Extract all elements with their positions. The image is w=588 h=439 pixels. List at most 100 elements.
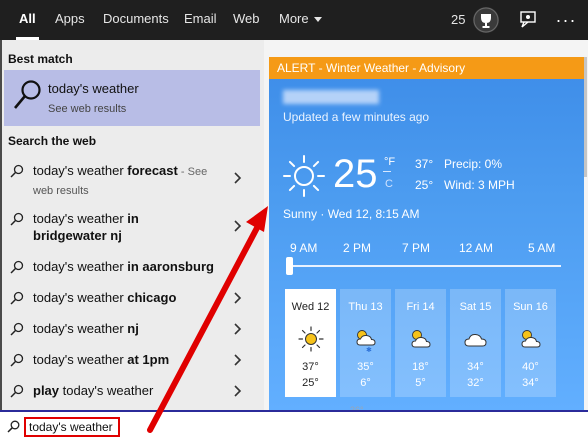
day-high: 35° — [357, 361, 374, 373]
low-temperature: 25° — [415, 178, 434, 192]
tab-email[interactable]: Email — [184, 0, 217, 40]
suggestion-text: today's weather in — [33, 211, 139, 226]
weather-card[interactable]: ALERT - Winter Weather - Advisory Update… — [269, 57, 584, 410]
partly-cloudy-icon — [411, 330, 431, 348]
search-web-header: Search the web — [8, 134, 97, 148]
suggestion-text: today's weather nj — [33, 321, 139, 336]
day-tile[interactable]: Sun 16 40° 34° — [505, 289, 556, 397]
web-suggestion[interactable]: today's weather chicago — [2, 283, 260, 313]
day-high: 34° — [467, 361, 484, 373]
hour-label: 9 AM — [290, 241, 318, 255]
search-icon — [10, 291, 24, 305]
search-icon — [7, 420, 20, 433]
day-low: 32° — [467, 377, 484, 389]
chevron-down-icon — [313, 17, 322, 23]
hour-slider-thumb[interactable] — [286, 257, 293, 275]
chevron-right-icon[interactable] — [233, 385, 243, 397]
cloudy-icon — [464, 333, 487, 347]
chevron-right-icon[interactable] — [233, 172, 243, 184]
best-match-header: Best match — [8, 52, 73, 66]
sun-icon — [298, 326, 324, 352]
search-input[interactable] — [24, 417, 120, 437]
day-high: 40° — [522, 361, 539, 373]
sun-icon — [283, 155, 325, 197]
search-filter-bar: All Apps Documents Email Web More 25 ··· — [0, 0, 588, 40]
day-name: Fri 14 — [406, 301, 435, 313]
hour-label: 5 AM — [528, 241, 556, 255]
best-match-title: today's weather — [48, 81, 139, 96]
current-temperature: 25 — [333, 152, 378, 196]
weather-alert-banner[interactable]: ALERT - Winter Weather - Advisory — [269, 57, 584, 79]
web-suggestion[interactable]: today's weather in bridgewater nj — [2, 204, 260, 250]
best-match-result[interactable]: today's weather See web results — [4, 70, 260, 126]
day-tile[interactable]: Sat 15 34° 32° — [450, 289, 501, 397]
search-icon — [10, 212, 24, 226]
chevron-right-icon[interactable] — [233, 354, 243, 366]
day-high: 18° — [412, 361, 429, 373]
day-low: 6° — [360, 377, 371, 389]
precipitation: Precip: 0% — [444, 157, 503, 171]
web-suggestion[interactable]: today's weather nj — [2, 314, 260, 344]
unit-divider — [383, 171, 391, 172]
svg-text:✱: ✱ — [366, 346, 372, 353]
feedback-icon[interactable] — [517, 9, 539, 31]
hour-slider-track[interactable] — [287, 265, 561, 267]
tab-more[interactable]: More — [279, 0, 322, 40]
unit-fahrenheit-toggle[interactable]: °F — [384, 156, 395, 168]
weather-condition: Sunny · Wed 12, 8:15 AM — [283, 207, 420, 221]
day-name: Wed 12 — [291, 301, 330, 313]
partly-cloudy-snow-icon: ✱ — [356, 330, 376, 353]
chevron-right-icon[interactable] — [233, 292, 243, 304]
best-match-subtitle: See web results — [48, 103, 127, 115]
location-redacted — [283, 90, 379, 104]
web-suggestion[interactable]: today's weather forecast - See web resul… — [2, 156, 260, 202]
search-icon — [10, 164, 24, 178]
day-name: Sat 15 — [459, 301, 492, 313]
wind-speed: Wind: 3 MPH — [444, 178, 515, 192]
partly-cloudy-icon — [521, 330, 541, 348]
search-icon — [10, 384, 24, 398]
day-high: 37° — [302, 361, 319, 373]
updated-time: Updated a few minutes ago — [283, 110, 430, 124]
hour-label: 12 AM — [459, 241, 494, 255]
tab-web[interactable]: Web — [233, 0, 260, 40]
day-name: Thu 13 — [348, 301, 383, 313]
suggestion-text: play today's weather — [33, 383, 154, 398]
results-panel: Best match today's weather See web resul… — [0, 40, 264, 410]
hourly-labels: 9 AM 2 PM 7 PM 12 AM 5 AM — [269, 241, 584, 257]
trophy-icon[interactable] — [473, 7, 499, 33]
suggestion-text: today's weather at 1pm — [33, 352, 170, 367]
day-tile-selected[interactable]: Wed 12 37° 25° — [285, 289, 336, 397]
tab-documents[interactable]: Documents — [103, 0, 169, 40]
more-options-icon[interactable]: ··· — [555, 9, 577, 31]
high-temperature: 37° — [415, 157, 434, 171]
tab-more-label: More — [279, 11, 309, 26]
preview-scrollbar[interactable] — [584, 57, 587, 177]
hour-label: 7 PM — [402, 241, 431, 255]
tab-apps[interactable]: Apps — [55, 0, 85, 40]
tab-all[interactable]: All — [16, 0, 39, 40]
search-icon — [10, 260, 24, 274]
search-bar — [0, 410, 588, 439]
search-icon — [10, 322, 24, 336]
chevron-right-icon[interactable] — [233, 323, 243, 335]
hour-label: 2 PM — [343, 241, 372, 255]
day-tile[interactable]: Thu 13 ✱ 35° 6° — [340, 289, 391, 397]
suggestion-text: today's weather forecast - See — [33, 163, 208, 178]
chevron-right-icon[interactable] — [233, 220, 243, 232]
suggestion-text: today's weather in aaronsburg — [33, 259, 214, 274]
suggestion-text: today's weather chicago — [33, 290, 177, 305]
search-icon — [14, 80, 41, 109]
suggestion-text-line2: bridgewater nj — [33, 228, 122, 243]
web-suggestion[interactable]: play today's weather — [2, 376, 260, 406]
web-suggestion[interactable]: today's weather at 1pm — [2, 345, 260, 375]
day-low: 25° — [302, 377, 319, 389]
web-suggestion[interactable]: today's weather in aaronsburg — [2, 252, 260, 282]
search-icon — [10, 353, 24, 367]
rewards-points: 25 — [451, 12, 466, 27]
day-tile[interactable]: Fri 14 18° 5° — [395, 289, 446, 397]
suggestion-subtext: web results — [33, 185, 89, 197]
day-low: 5° — [415, 377, 426, 389]
unit-celsius-toggle[interactable]: C — [385, 178, 393, 190]
day-low: 34° — [522, 377, 539, 389]
